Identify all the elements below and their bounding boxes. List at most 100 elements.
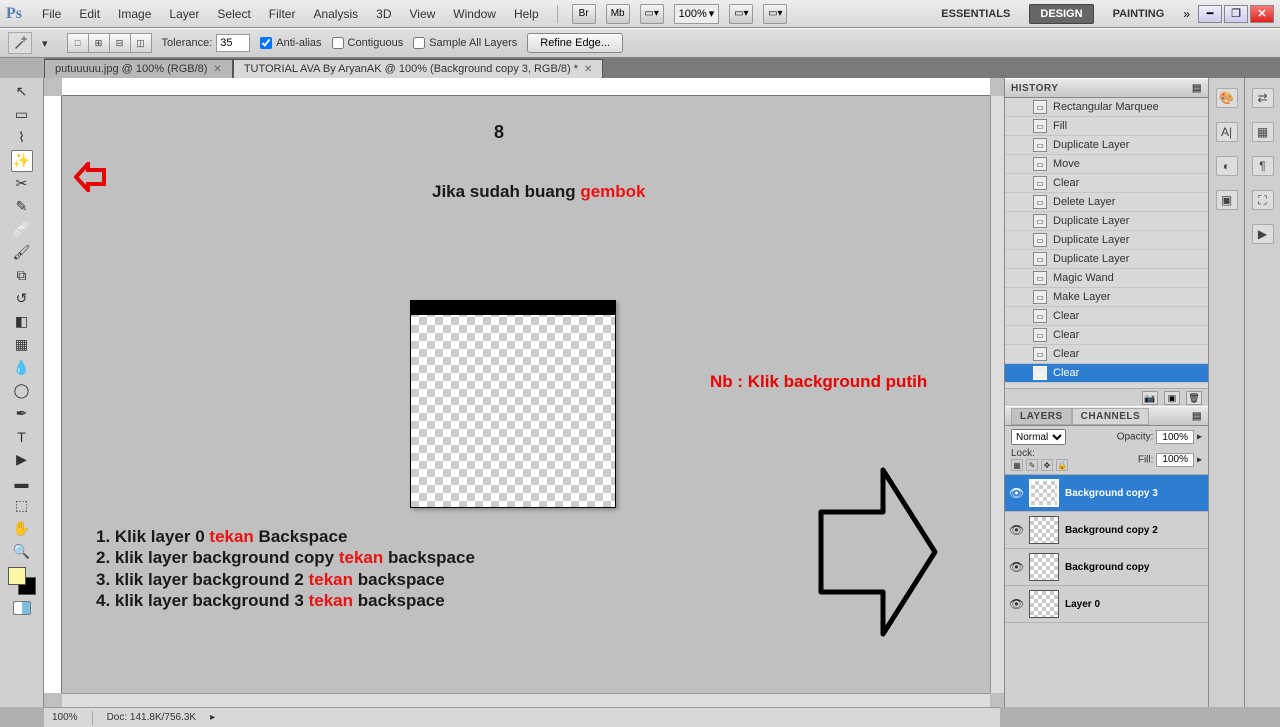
character-panel-icon[interactable]: A| [1216,122,1238,142]
antialias-check[interactable]: Anti-alias [260,37,321,49]
history-item[interactable]: ▭Clear [1005,174,1208,193]
history-newdoc-icon[interactable]: ▣ [1164,391,1180,405]
move-tool-icon[interactable]: ↖ [11,81,33,103]
3d-tool-icon[interactable]: ⬚ [11,495,33,517]
history-item[interactable]: ▭Make Layer [1005,288,1208,307]
layer-visibility-icon[interactable]: 👁 [1009,486,1023,500]
menu-edit[interactable]: Edit [75,5,104,23]
blend-mode-select[interactable]: Normal [1011,429,1066,445]
transform-panel-icon[interactable]: ⛶ [1252,190,1274,210]
doc-tab-1[interactable]: putuuuuu.jpg @ 100% (RGB/8) ✕ [44,59,233,78]
layer-thumbnail[interactable] [1029,516,1059,544]
history-item[interactable]: ▭Duplicate Layer [1005,231,1208,250]
canvas[interactable]: 8 Jika sudah buang gembok Nb : Klik back… [62,96,990,693]
blur-tool-icon[interactable]: 💧 [11,357,33,379]
layer-row[interactable]: 👁Background copy [1005,549,1208,586]
menu-3d[interactable]: 3D [372,5,395,23]
layer-name[interactable]: Background copy 2 [1065,525,1158,536]
history-item[interactable]: ▭Clear [1005,326,1208,345]
window-minimize-button[interactable]: ━ [1198,5,1222,23]
layer-name[interactable]: Background copy 3 [1065,488,1158,499]
selmode-sub[interactable]: ⊟ [109,33,131,53]
zoom-tool-icon[interactable]: 🔍 [11,541,33,563]
history-item[interactable]: ▭Fill [1005,117,1208,136]
channels-tab[interactable]: CHANNELS [1072,408,1150,425]
color-swatch[interactable] [8,567,36,595]
adjust-panel-icon[interactable]: ◐ [1216,156,1238,176]
layer-name[interactable]: Layer 0 [1065,599,1100,610]
menu-select[interactable]: Select [213,5,254,23]
type-tool-icon[interactable]: T [11,426,33,448]
panel-menu-icon[interactable]: ▤ [1192,83,1202,94]
history-item[interactable]: ▭Duplicate Layer [1005,136,1208,155]
menu-analysis[interactable]: Analysis [309,5,362,23]
healing-tool-icon[interactable]: 🩹 [11,219,33,241]
lock-paint-icon[interactable]: ✎ [1026,459,1038,471]
extras-icon[interactable]: ▭▾ [763,4,787,24]
history-item[interactable]: ▭Rectangular Marquee [1005,98,1208,117]
brush-tool-icon[interactable]: 🖌 [11,242,33,264]
swap-panel-icon[interactable]: ⇄ [1252,88,1274,108]
menu-file[interactable]: File [38,5,65,23]
foreground-color-swatch[interactable] [8,567,26,585]
workspace-more-icon[interactable]: » [1183,7,1190,21]
window-restore-button[interactable]: ❐ [1224,5,1248,23]
selmode-add[interactable]: ⊞ [88,33,110,53]
menu-help[interactable]: Help [510,5,543,23]
magic-wand-tool-icon[interactable]: ✨ [11,150,33,172]
history-item[interactable]: ▭Delete Layer [1005,193,1208,212]
history-list[interactable]: ▭Rectangular Marquee▭Fill▭Duplicate Laye… [1005,98,1208,388]
menu-layer[interactable]: Layer [165,5,203,23]
workspace-design[interactable]: DESIGN [1029,4,1093,24]
layers-list[interactable]: 👁 Background copy 3 👁 Background copy 2 👁Bac… [1005,475,1208,707]
layers-tab[interactable]: LAYERS [1011,408,1072,425]
bridge-icon[interactable]: Br [572,4,596,24]
menu-window[interactable]: Window [449,5,500,23]
gradient-tool-icon[interactable]: ▦ [11,334,33,356]
layer-thumbnail[interactable] [1029,479,1059,507]
fill-input[interactable] [1156,453,1194,467]
quick-mask-icon[interactable] [13,601,31,615]
history-item[interactable]: ▭Move [1005,155,1208,174]
sampleall-check[interactable]: Sample All Layers [413,37,517,49]
layer-visibility-icon[interactable]: 👁 [1009,523,1023,537]
close-icon[interactable]: ✕ [213,64,221,75]
history-item[interactable]: ▭Magic Wand [1005,269,1208,288]
layer-thumbnail[interactable] [1029,553,1059,581]
nav-panel-icon[interactable]: ▶ [1252,224,1274,244]
doc-tab-2[interactable]: TUTORIAL AVA By AryanAK @ 100% (Backgrou… [233,59,604,78]
pen-tool-icon[interactable]: ✒ [11,403,33,425]
close-icon[interactable]: ✕ [584,64,592,75]
lock-all-icon[interactable]: 🔒 [1056,459,1068,471]
menu-image[interactable]: Image [114,5,155,23]
path-sel-tool-icon[interactable]: ▶ [11,449,33,471]
crop-tool-icon[interactable]: ✂ [11,173,33,195]
layer-row[interactable]: 👁 Layer 0 [1005,586,1208,623]
layer-visibility-icon[interactable]: 👁 [1009,560,1023,574]
history-item[interactable]: ▭Clear [1005,364,1208,383]
history-item[interactable]: ▭Clear [1005,307,1208,326]
refine-edge-button[interactable]: Refine Edge... [527,33,623,53]
history-item[interactable]: ▭Clear [1005,345,1208,364]
layer-visibility-icon[interactable]: 👁 [1009,597,1023,611]
history-item[interactable]: ▭Duplicate Layer [1005,250,1208,269]
masks-panel-icon[interactable]: ▣ [1216,190,1238,210]
shape-tool-icon[interactable]: ▬ [11,472,33,494]
lock-trans-icon[interactable]: ▦ [1011,459,1023,471]
minibridge-icon[interactable]: Mb [606,4,630,24]
workspace-painting[interactable]: PAINTING [1102,4,1176,24]
color-panel-icon[interactable]: 🎨 [1216,88,1238,108]
screen-mode-icon[interactable]: ▭▾ [640,4,664,24]
arrange-docs-icon[interactable]: ▭▾ [729,4,753,24]
marquee-tool-icon[interactable]: ▭ [11,104,33,126]
stamp-tool-icon[interactable]: ⧉ [11,265,33,287]
window-close-button[interactable]: ✕ [1250,5,1274,23]
status-zoom[interactable]: 100% [52,712,78,723]
eraser-tool-icon[interactable]: ◧ [11,311,33,333]
history-item[interactable]: ▭Duplicate Layer [1005,212,1208,231]
history-brush-tool-icon[interactable]: ↺ [11,288,33,310]
menu-filter[interactable]: Filter [265,5,300,23]
contiguous-check[interactable]: Contiguous [332,37,404,49]
current-tool-icon[interactable] [8,32,32,54]
zoom-select[interactable]: 100%▾ [674,4,720,24]
